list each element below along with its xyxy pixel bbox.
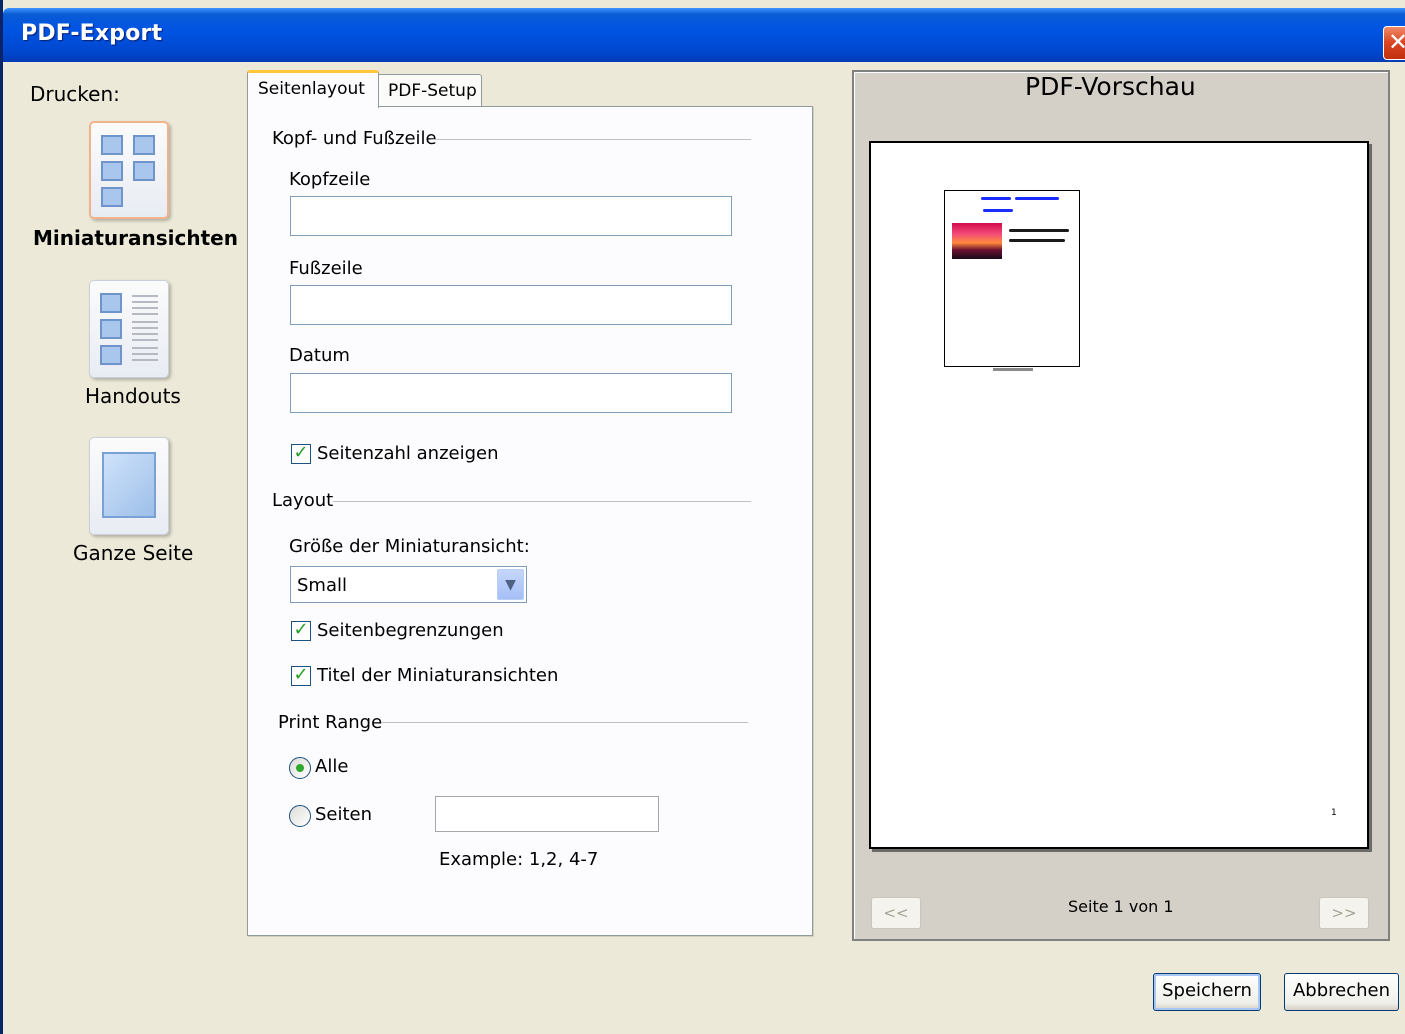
layout-section-label: Layout (272, 490, 334, 511)
save-button-label: Speichern (1162, 980, 1252, 1001)
close-icon: ✕ (1387, 28, 1405, 56)
tab-pdf-setup[interactable]: PDF-Setup (377, 74, 482, 108)
print-range-divider (381, 722, 748, 723)
next-page-button[interactable]: >> (1319, 897, 1369, 929)
thumbnail-titles-checkbox[interactable]: ✓ (291, 666, 311, 686)
page-borders-checkbox[interactable]: ✓ (291, 621, 311, 641)
chevron-down-icon[interactable]: ▼ (497, 569, 524, 600)
handouts-option-button[interactable] (89, 280, 169, 378)
thumbnail-size-select[interactable]: Small ▼ (290, 566, 527, 603)
save-button[interactable]: Speichern (1153, 973, 1261, 1011)
full-page-option-button[interactable] (89, 437, 169, 535)
date-input[interactable] (290, 373, 732, 413)
thumbnails-option-button[interactable] (89, 121, 169, 219)
handouts-option-label[interactable]: Handouts (85, 384, 181, 408)
title-bar: PDF-Export ✕ (3, 8, 1405, 62)
thumbnail-size-value: Small (297, 575, 347, 596)
page-status-text: Seite 1 von 1 (1068, 897, 1174, 916)
page-borders-label[interactable]: Seitenbegrenzungen (317, 620, 504, 641)
thumbnail-size-label: Größe der Miniaturansicht: (289, 536, 530, 557)
footer-input[interactable] (290, 285, 732, 325)
range-pages-radio[interactable] (289, 805, 311, 827)
header-footer-section-label: Kopf- und Fußzeile (272, 128, 437, 149)
range-pages-input[interactable] (435, 796, 659, 832)
layout-divider (333, 501, 751, 502)
cancel-button-label: Abbrechen (1292, 980, 1391, 1001)
preview-title: PDF-Vorschau (1025, 72, 1196, 101)
cancel-button[interactable]: Abbrechen (1284, 973, 1399, 1011)
date-label: Datum (289, 345, 350, 366)
range-all-radio[interactable] (289, 757, 311, 779)
preview-thumbnail-caption (993, 368, 1033, 371)
tab-seitenlayout[interactable]: Seitenlayout (247, 70, 379, 108)
header-label: Kopfzeile (289, 169, 371, 190)
page-number-label[interactable]: Seitenzahl anzeigen (317, 443, 499, 464)
tab-pdf-setup-label: PDF-Setup (388, 81, 477, 101)
print-heading: Drucken: (30, 82, 120, 106)
header-input[interactable] (290, 196, 732, 236)
dialog-title: PDF-Export (21, 21, 163, 46)
footer-label: Fußzeile (289, 258, 363, 279)
range-example-text: Example: 1,2, 4-7 (439, 849, 599, 870)
prev-page-label: << (883, 904, 909, 922)
print-range-section-label: Print Range (278, 712, 383, 733)
page-number-checkbox[interactable]: ✓ (291, 444, 311, 464)
range-all-label[interactable]: Alle (315, 756, 348, 777)
tab-seitenlayout-label: Seitenlayout (258, 79, 365, 99)
next-page-label: >> (1331, 904, 1357, 922)
thumbnails-option-label[interactable]: Miniaturansichten (33, 226, 238, 250)
preview-page-number: 1 (1331, 808, 1337, 818)
preview-thumbnail-image (952, 223, 1002, 259)
prev-page-button[interactable]: << (871, 897, 921, 929)
full-page-option-label[interactable]: Ganze Seite (73, 541, 193, 565)
pdf-export-dialog: PDF-Export ✕ Drucken: Miniaturansichten (0, 0, 1405, 1034)
thumbnail-titles-label[interactable]: Titel der Miniaturansichten (317, 665, 558, 686)
range-pages-label[interactable]: Seiten (315, 804, 372, 825)
header-footer-divider (431, 139, 751, 140)
close-button[interactable]: ✕ (1383, 26, 1405, 60)
preview-thumbnail (944, 190, 1080, 367)
